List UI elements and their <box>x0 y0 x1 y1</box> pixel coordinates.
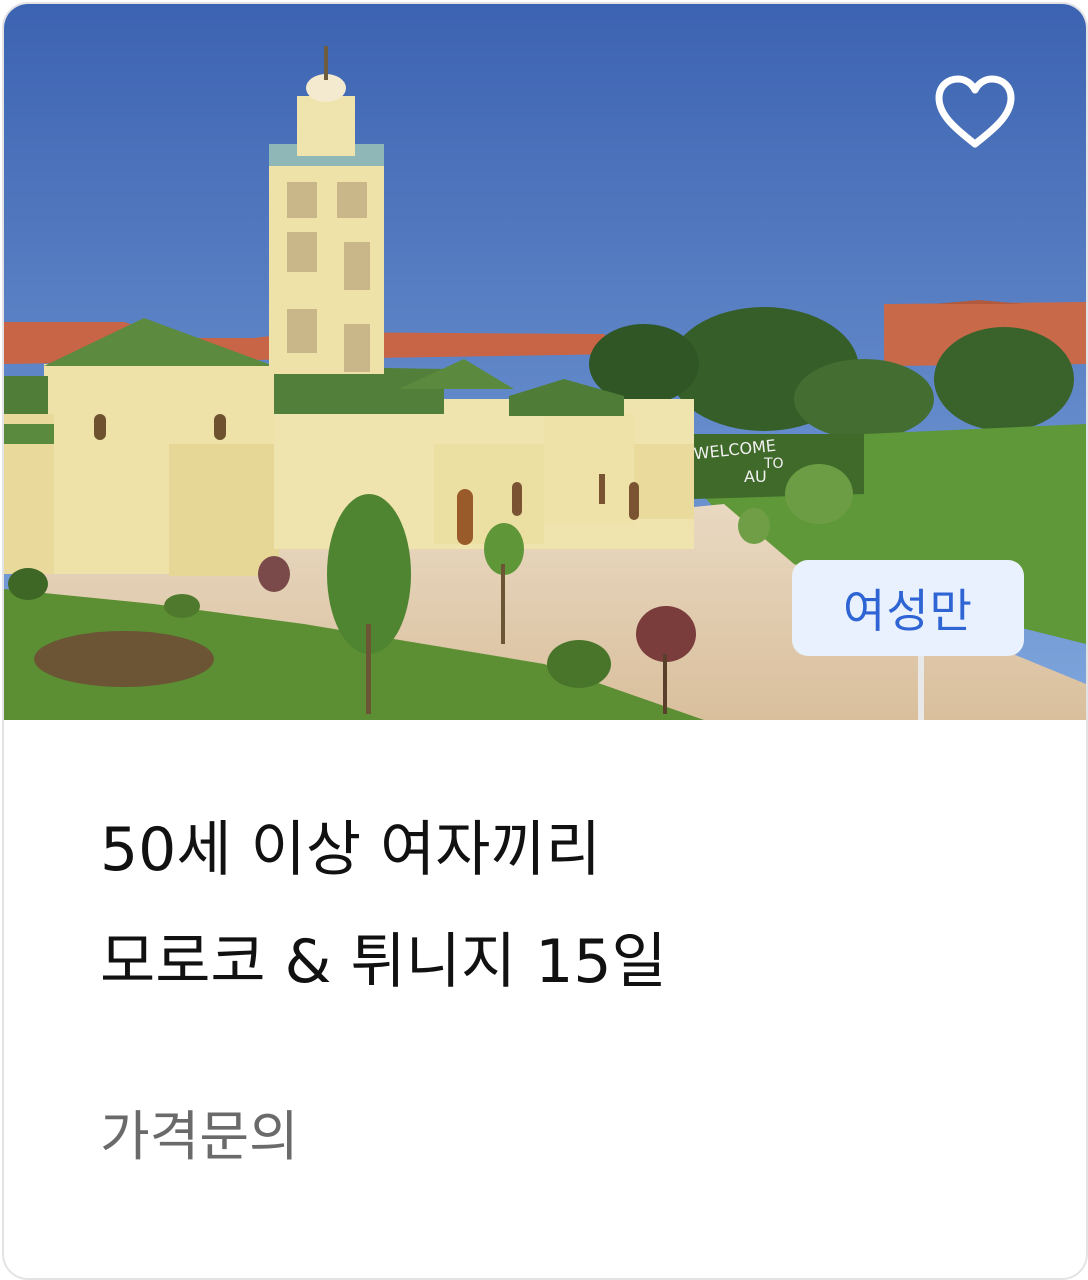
heart-outline-icon <box>935 75 1015 148</box>
tour-card[interactable]: WELCOME TO AU 여성만 50세 이상 여자끼리 모로코 & 튀니지 … <box>2 2 1088 1280</box>
price-inquiry: 가격문의 <box>100 1105 299 1168</box>
tour-photo[interactable]: WELCOME TO AU 여성만 <box>4 4 1086 720</box>
tour-title-line-2: 모로코 & 튀니지 15일 <box>100 927 667 997</box>
tour-title[interactable]: 50세 이상 여자끼리 모로코 & 튀니지 15일 <box>100 794 1000 1018</box>
favorite-button[interactable] <box>930 70 1020 154</box>
tour-title-line-1: 50세 이상 여자끼리 <box>100 815 601 885</box>
lawn-sign-line-3: AU <box>744 467 767 486</box>
women-only-badge: 여성만 <box>792 560 1024 656</box>
badge-label: 여성만 <box>843 584 973 638</box>
